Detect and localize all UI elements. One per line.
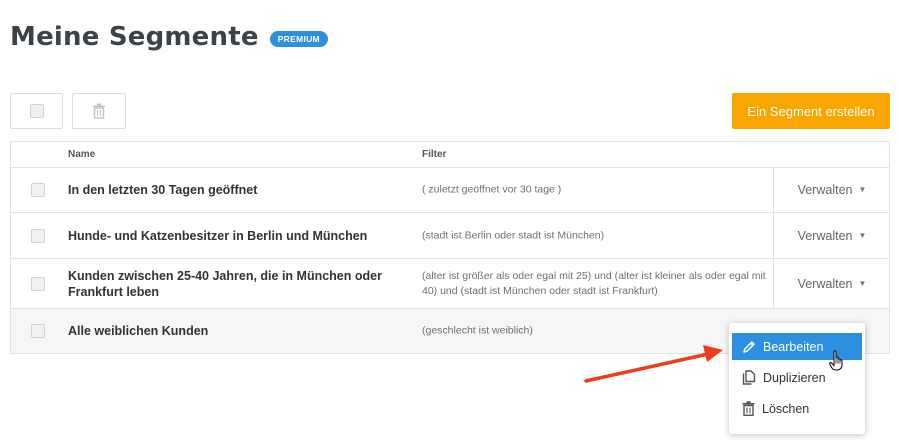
segment-filter: (alter ist größer als oder egal mit 25) …	[422, 269, 766, 297]
premium-badge: PREMIUM	[269, 31, 328, 47]
row-checkbox[interactable]	[31, 182, 45, 197]
page-title: Meine Segmente	[10, 22, 259, 52]
manage-dropdown[interactable]: Verwalten ▼	[773, 213, 890, 258]
manage-dropdown-menu: Bearbeiten Duplizieren Löschen	[729, 323, 865, 434]
segment-filter: (geschlecht ist weiblich)	[422, 324, 533, 337]
table-row[interactable]: Hunde- und Katzenbesitzer in Berlin und …	[11, 213, 889, 259]
caret-down-icon: ▼	[858, 231, 867, 240]
caret-down-icon: ▼	[858, 185, 867, 194]
segment-name[interactable]: Alle weiblichen Kunden	[68, 323, 388, 339]
menu-item-label: Löschen	[762, 401, 810, 416]
hand-cursor-icon	[829, 350, 843, 371]
segment-filter: (stadt ist Berlin oder stadt ist München…	[422, 229, 605, 241]
segment-name[interactable]: Kunden zwischen 25-40 Jahren, die in Mün…	[68, 268, 388, 300]
delete-selected-button[interactable]	[72, 93, 126, 129]
table-row[interactable]: In den letzten 30 Tagen geöffnet ( zulet…	[11, 167, 889, 213]
segment-name[interactable]: Hunde- und Katzenbesitzer in Berlin und …	[68, 228, 388, 244]
trash-icon	[93, 103, 105, 119]
menu-item-label: Duplizieren	[763, 370, 826, 385]
menu-item-delete[interactable]: Löschen	[732, 395, 862, 422]
segment-filter: ( zuletzt geöffnet vor 30 tage )	[422, 183, 562, 195]
copy-icon	[742, 370, 756, 385]
row-checkbox[interactable]	[31, 228, 45, 243]
manage-dropdown[interactable]: Verwalten ▼	[773, 259, 890, 308]
select-all-button[interactable]	[10, 93, 63, 129]
table-row[interactable]: Kunden zwischen 25-40 Jahren, die in Mün…	[11, 259, 889, 309]
column-header-filter: Filter	[422, 149, 447, 160]
caret-down-icon: ▼	[858, 279, 867, 288]
select-all-checkbox[interactable]	[29, 104, 44, 118]
trash-icon	[742, 401, 755, 416]
manage-label: Verwalten	[797, 228, 853, 243]
page-header: Meine Segmente PREMIUM	[10, 22, 328, 52]
manage-dropdown[interactable]: Verwalten ▼	[773, 167, 890, 212]
menu-item-label: Bearbeiten	[763, 339, 824, 354]
column-header-name: Name	[68, 149, 96, 160]
row-checkbox[interactable]	[31, 324, 45, 338]
pencil-icon	[743, 340, 755, 353]
manage-label: Verwalten	[797, 182, 853, 197]
row-checkbox[interactable]	[31, 276, 45, 291]
segment-name[interactable]: In den letzten 30 Tagen geöffnet	[68, 182, 388, 198]
create-segment-button[interactable]: Ein Segment erstellen	[732, 93, 890, 129]
manage-label: Verwalten	[797, 276, 853, 291]
